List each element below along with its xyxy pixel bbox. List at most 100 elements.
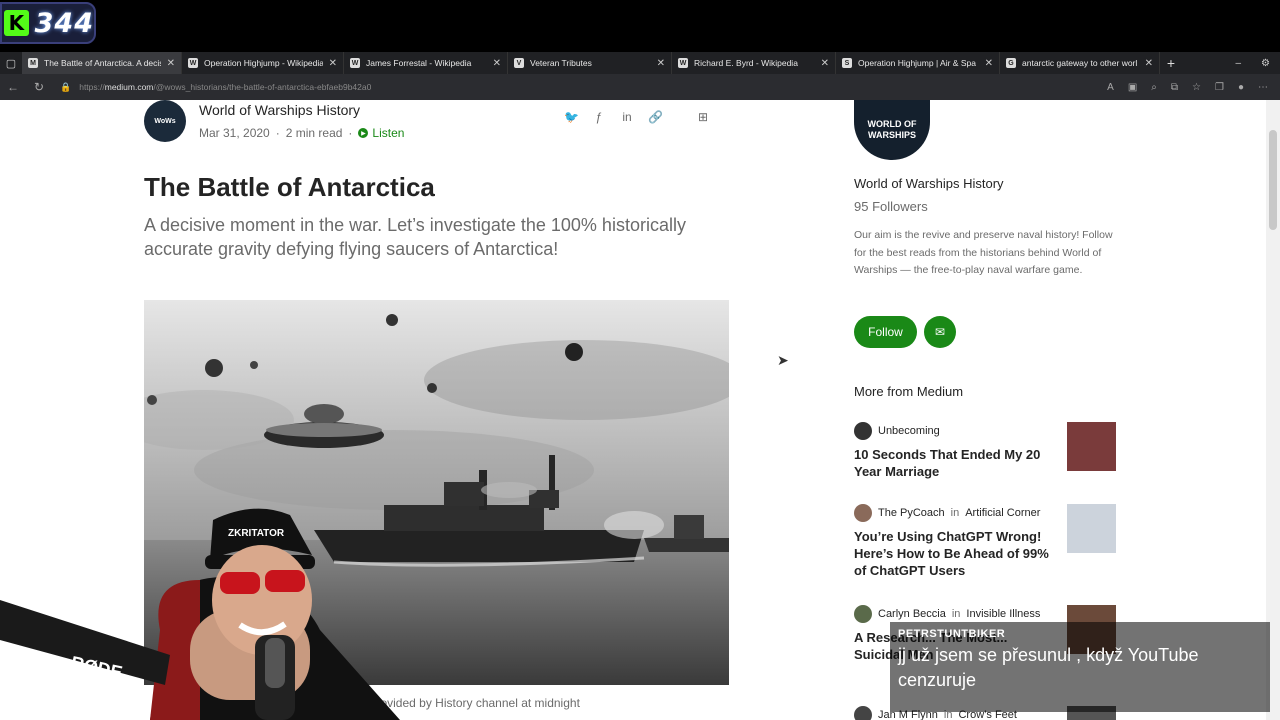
listen-label: Listen: [372, 126, 405, 140]
linkedin-icon[interactable]: in: [620, 110, 634, 124]
tab-operation-highjump-air-space[interactable]: S Operation Highjump | Air & Spa ✕: [836, 52, 1000, 74]
play-icon: ▶: [358, 128, 369, 138]
back-arrow-icon[interactable]: ←: [0, 80, 26, 94]
zoom-icon[interactable]: ⌕: [1151, 82, 1157, 93]
rec-title: 10 Seconds That Ended My 20 Year Marriag…: [854, 447, 1041, 479]
sidebar-author-name[interactable]: World of Warships History: [854, 176, 1004, 191]
rec-in-word: in: [950, 507, 960, 519]
tab-battle-of-antarctica[interactable]: M The Battle of Antarctica. A decis ✕: [22, 52, 182, 74]
close-icon[interactable]: ✕: [167, 58, 175, 69]
menu-dots-icon[interactable]: ⋯: [1258, 82, 1268, 93]
streamer-webcam: ZKRITATOR RØDE: [0, 500, 420, 720]
rec-publication: Invisible Illness: [966, 608, 1041, 620]
follow-button[interactable]: Follow: [854, 316, 917, 348]
stream-top-bar: K 344: [0, 0, 1280, 48]
facebook-icon[interactable]: ƒ: [592, 110, 606, 124]
subscribe-email-icon[interactable]: ✉: [924, 316, 956, 348]
avatar: [854, 422, 872, 440]
browser-tab-strip: ▢ M The Battle of Antarctica. A decis ✕ …: [0, 52, 1280, 74]
listen-button[interactable]: ▶ Listen: [358, 126, 404, 140]
kick-logo-icon: K: [4, 10, 29, 36]
screen: K 344 ▢ M The Battle of Antarctica. A de…: [0, 0, 1280, 720]
publish-date: Mar 31, 2020: [199, 126, 270, 140]
rec-publication: Artificial Corner: [965, 507, 1041, 519]
rec-author: Carlyn Beccia: [878, 608, 946, 620]
meta-separator: ·: [348, 126, 353, 140]
article-title: The Battle of Antarctica: [144, 172, 435, 202]
rec-thumbnail: [1067, 422, 1116, 471]
meta-separator: ·: [275, 126, 280, 140]
address-bar: ← ↻ 🔒 https://medium.com/@wows_historian…: [0, 74, 1280, 100]
rec-title: You’re Using ChatGPT Wrong! Here’s How t…: [854, 529, 1049, 578]
close-icon[interactable]: ✕: [1145, 58, 1153, 69]
lock-icon: 🔒: [60, 81, 72, 92]
article-subtitle: A decisive moment in the war. Let’s inve…: [144, 215, 686, 259]
chat-username: PETRSTUNTBIKER: [898, 628, 1006, 640]
avatar: [854, 504, 872, 522]
bookmark-icon[interactable]: ⊞: [696, 110, 710, 124]
chat-message-text: jj už jsem se přesunul , když YouTube ce…: [898, 645, 1199, 690]
more-from-medium-heading: More from Medium: [854, 384, 964, 399]
refresh-icon[interactable]: ↻: [26, 80, 52, 94]
minimize-icon[interactable]: –: [1235, 58, 1241, 69]
new-tab-icon[interactable]: +: [1160, 55, 1182, 71]
link-icon[interactable]: 🔗: [648, 110, 663, 124]
smithsonian-favicon-icon: S: [842, 58, 852, 68]
avatar: [854, 706, 872, 720]
viewer-count: 344: [34, 7, 94, 39]
window-controls: – ⚙: [1235, 58, 1280, 69]
url-domain: medium.com: [104, 82, 154, 92]
followers-count[interactable]: 95 Followers: [854, 199, 928, 214]
share-icons: 🐦 ƒ in 🔗 ⊞: [564, 110, 710, 124]
viewer-count-badge: K 344: [0, 2, 96, 44]
url-prefix: https://: [79, 82, 105, 92]
read-aloud-icon[interactable]: A: [1107, 82, 1114, 93]
veteran-tributes-favicon-icon: V: [514, 58, 524, 68]
article-meta: Mar 31, 2020 · 2 min read · ▶ Listen: [199, 126, 404, 140]
collections-icon[interactable]: ❐: [1215, 82, 1224, 93]
close-icon[interactable]: ✕: [821, 58, 829, 69]
tab-veteran-tributes[interactable]: V Veteran Tributes ✕: [508, 52, 672, 74]
rec-author: The PyCoach: [878, 507, 945, 519]
author-bio: Our aim is the revive and preserve naval…: [854, 229, 1113, 276]
tab-label: Richard E. Byrd - Wikipedia: [694, 58, 798, 68]
favorites-star-icon[interactable]: ☆: [1192, 82, 1201, 93]
close-icon[interactable]: ✕: [657, 58, 665, 69]
close-icon[interactable]: ✕: [985, 58, 993, 69]
twitter-icon[interactable]: 🐦: [564, 110, 579, 124]
tab-antarctic-gateway[interactable]: G antarctic gateway to other worl ✕: [1000, 52, 1160, 74]
read-time: 2 min read: [285, 126, 343, 140]
tab-label: James Forrestal - Wikipedia: [366, 58, 472, 68]
extensions-icon[interactable]: ⧉: [1171, 82, 1178, 93]
close-icon[interactable]: ✕: [493, 58, 501, 69]
google-favicon-icon: G: [1006, 58, 1016, 68]
tab-label: The Battle of Antarctica. A decis: [44, 58, 161, 68]
tab-label: Operation Highjump - Wikipedia: [204, 58, 323, 68]
rec-in-word: in: [951, 608, 961, 620]
tab-label: Veteran Tributes: [530, 58, 592, 68]
profile-icon[interactable]: ●: [1238, 82, 1244, 93]
medium-favicon-icon: M: [28, 58, 38, 68]
toolbar-icons: A ▣ ⌕ ⧉ ☆ ❐ ● ⋯: [1107, 82, 1280, 93]
author-name[interactable]: World of Warships History: [199, 102, 360, 118]
url-field[interactable]: 🔒 https://medium.com/@wows_historians/th…: [60, 82, 371, 93]
rec-thumbnail: [1067, 504, 1116, 553]
tab-james-forrestal[interactable]: W James Forrestal - Wikipedia ✕: [344, 52, 508, 74]
tab-actions-icon[interactable]: ▢: [0, 52, 22, 74]
recommendation-item[interactable]: Unbecoming 10 Seconds That Ended My 20 Y…: [854, 422, 1116, 480]
tab-operation-highjump[interactable]: W Operation Highjump - Wikipedia ✕: [182, 52, 344, 74]
tab-richard-byrd[interactable]: W Richard E. Byrd - Wikipedia ✕: [672, 52, 836, 74]
close-icon[interactable]: ✕: [329, 58, 337, 69]
author-avatar[interactable]: WoWs: [144, 100, 186, 142]
mouse-cursor-icon: ➤: [777, 352, 789, 368]
settings-icon[interactable]: ⚙: [1261, 58, 1270, 69]
wikipedia-favicon-icon: W: [188, 58, 198, 68]
recommendation-item[interactable]: The PyCoach in Artificial Corner You’re …: [854, 504, 1116, 579]
reader-view-icon[interactable]: ▣: [1128, 82, 1137, 93]
publication-avatar[interactable]: WORLD OF WARSHIPS: [854, 100, 930, 160]
wikipedia-favicon-icon: W: [678, 58, 688, 68]
url-path: /@wows_historians/the-battle-of-antarcti…: [153, 82, 372, 92]
scrollbar-thumb[interactable]: [1269, 130, 1277, 230]
stream-chat-message: PETRSTUNTBIKER jj už jsem se přesunul , …: [890, 622, 1270, 712]
tab-label: Operation Highjump | Air & Spa: [858, 58, 976, 68]
